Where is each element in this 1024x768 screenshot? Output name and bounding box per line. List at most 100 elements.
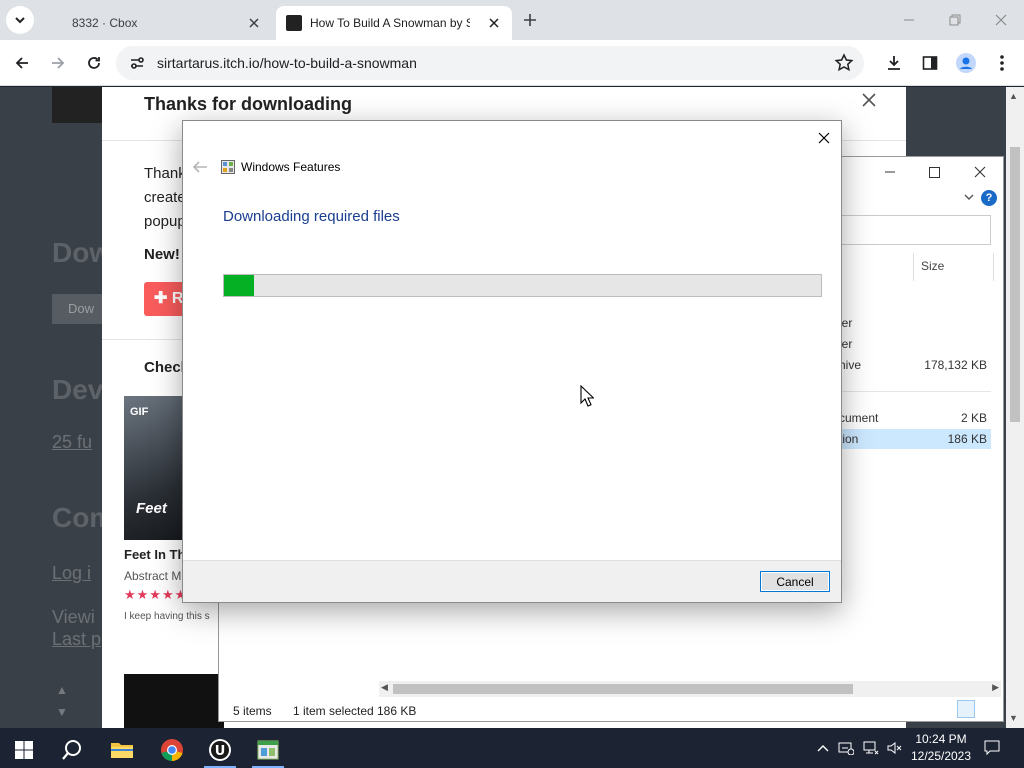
taskbar-unreal-engine[interactable]: U xyxy=(200,732,240,768)
close-window-button[interactable] xyxy=(986,6,1016,34)
taskbar-chrome[interactable] xyxy=(152,732,192,768)
folder-icon xyxy=(111,743,133,758)
tray-volume[interactable] xyxy=(885,738,905,758)
modal-body-line: popup xyxy=(144,213,186,230)
explorer-close-button[interactable] xyxy=(965,161,995,183)
bg-link[interactable]: Last p xyxy=(52,629,101,650)
maximize-icon xyxy=(928,166,940,178)
help-icon[interactable]: ? xyxy=(981,190,997,206)
address-bar[interactable]: sirtartarus.itch.io/how-to-build-a-snowm… xyxy=(116,46,864,80)
modal-body-line: create xyxy=(144,189,186,206)
taskbar-windows-features[interactable] xyxy=(248,732,288,768)
tab-search-button[interactable] xyxy=(6,6,34,34)
browser-tabstrip: 8332 · Cbox How To Build A Snowman by Si xyxy=(0,0,1024,40)
close-tab-icon[interactable] xyxy=(246,15,262,31)
new-tab-button[interactable] xyxy=(518,8,542,32)
bg-heading: Dev xyxy=(52,374,104,405)
forward-button[interactable] xyxy=(44,49,72,77)
bg-link[interactable]: 25 fu xyxy=(52,432,92,453)
side-panel-button[interactable] xyxy=(916,49,944,77)
scroll-right-icon[interactable]: ▶ xyxy=(992,682,999,693)
clock-time: 10:24 PM xyxy=(915,732,967,746)
close-icon xyxy=(995,14,1007,26)
large-icons-view-button[interactable] xyxy=(979,700,997,718)
game-thumbnail[interactable] xyxy=(124,674,224,728)
reload-button[interactable] xyxy=(80,49,108,77)
selection-size: 186 KB xyxy=(377,704,417,718)
horizontal-scrollbar[interactable]: ◀ ▶ xyxy=(379,681,1001,697)
group-divider xyxy=(839,391,991,392)
windows-logo-icon xyxy=(15,741,33,759)
cancel-button[interactable]: Cancel xyxy=(760,571,830,592)
plus-icon: ✚ xyxy=(154,290,172,307)
page-vertical-scrollbar[interactable]: ▲ ▼ xyxy=(1006,87,1024,728)
taskbar-clock[interactable]: 10:24 PM 12/25/2023 xyxy=(908,731,974,765)
explorer-maximize-button[interactable] xyxy=(919,161,949,183)
profile-button[interactable] xyxy=(952,49,980,77)
tab-snowman[interactable]: How To Build A Snowman by Si xyxy=(276,6,512,40)
notifications-button[interactable] xyxy=(982,738,1002,758)
bg-download-button[interactable]: Dow xyxy=(52,294,102,324)
explorer-minimize-button[interactable] xyxy=(875,161,905,183)
more-vertical-icon xyxy=(1000,55,1004,71)
restore-button[interactable] xyxy=(940,6,970,34)
windows-features-icon xyxy=(221,160,235,174)
start-button[interactable] xyxy=(4,732,44,768)
dialog-close-button[interactable] xyxy=(813,127,835,149)
dialog-footer: Cancel xyxy=(183,560,841,602)
chevron-down-icon[interactable] xyxy=(963,191,975,203)
game-author-link[interactable]: Abstract M xyxy=(124,569,181,583)
size-column-header[interactable]: Size xyxy=(921,259,944,273)
url-text: sirtartarus.itch.io/how-to-build-a-snowm… xyxy=(157,55,417,71)
browser-menu-button[interactable] xyxy=(988,49,1016,77)
site-settings-icon[interactable] xyxy=(128,54,146,72)
back-arrow-icon[interactable] xyxy=(191,159,209,175)
itch-favicon-icon xyxy=(286,15,302,31)
item-count: 5 items xyxy=(233,704,272,718)
close-tab-icon[interactable] xyxy=(486,15,502,31)
dialog-heading: Downloading required files xyxy=(223,208,400,225)
download-icon xyxy=(888,56,900,70)
scroll-left-icon[interactable]: ◀ xyxy=(381,682,388,693)
file-row[interactable]: cument 2 KB xyxy=(839,408,991,428)
gif-badge: GIF xyxy=(130,406,149,418)
progress-bar-fill xyxy=(224,275,254,296)
explorer-search-box[interactable] xyxy=(839,215,991,245)
scroll-up-icon[interactable]: ▲ xyxy=(56,683,68,697)
scroll-down-icon[interactable]: ▼ xyxy=(56,705,68,719)
scroll-down-icon[interactable]: ▼ xyxy=(1009,713,1018,723)
game-description: I keep having this s xyxy=(124,611,210,622)
show-hidden-icons-button[interactable] xyxy=(813,738,833,758)
close-icon[interactable] xyxy=(860,91,878,109)
column-separator[interactable] xyxy=(913,253,914,281)
windows-features-icon xyxy=(257,740,279,760)
file-row[interactable]: ler xyxy=(839,334,991,354)
downloads-button[interactable] xyxy=(880,49,908,77)
column-separator[interactable] xyxy=(993,253,994,281)
tab-label: How To Build A Snowman by Si xyxy=(310,16,470,30)
tray-network[interactable] xyxy=(861,738,881,758)
unreal-engine-icon: U xyxy=(209,739,231,761)
game-title-link[interactable]: Feet In Th xyxy=(124,547,185,562)
scrollbar-thumb[interactable] xyxy=(393,684,853,694)
mouse-cursor-icon xyxy=(580,385,594,407)
chevron-up-icon xyxy=(817,745,829,752)
file-row[interactable]: hive 178,132 KB xyxy=(839,355,991,375)
bookmark-star-icon[interactable] xyxy=(834,53,854,73)
back-button[interactable] xyxy=(8,49,36,77)
taskbar-file-explorer[interactable] xyxy=(102,732,142,768)
chevron-down-icon xyxy=(15,17,25,24)
minimize-button[interactable] xyxy=(894,6,924,34)
file-row[interactable]: ler xyxy=(839,313,991,333)
file-row-selected[interactable]: tion 186 KB xyxy=(839,429,991,449)
tray-network-status[interactable] xyxy=(836,738,856,758)
bg-link[interactable]: Log i xyxy=(52,563,91,584)
scrollbar-thumb[interactable] xyxy=(1010,147,1020,422)
monitor-network-icon xyxy=(863,741,879,755)
modal-title: Thanks for downloading xyxy=(144,94,352,114)
tab-cbox[interactable]: 8332 · Cbox xyxy=(42,6,272,40)
scroll-up-icon[interactable]: ▲ xyxy=(1009,91,1018,101)
star-rating: ★★★★★ xyxy=(124,587,188,602)
details-view-button[interactable] xyxy=(957,700,975,718)
taskbar-search-button[interactable] xyxy=(52,732,92,768)
